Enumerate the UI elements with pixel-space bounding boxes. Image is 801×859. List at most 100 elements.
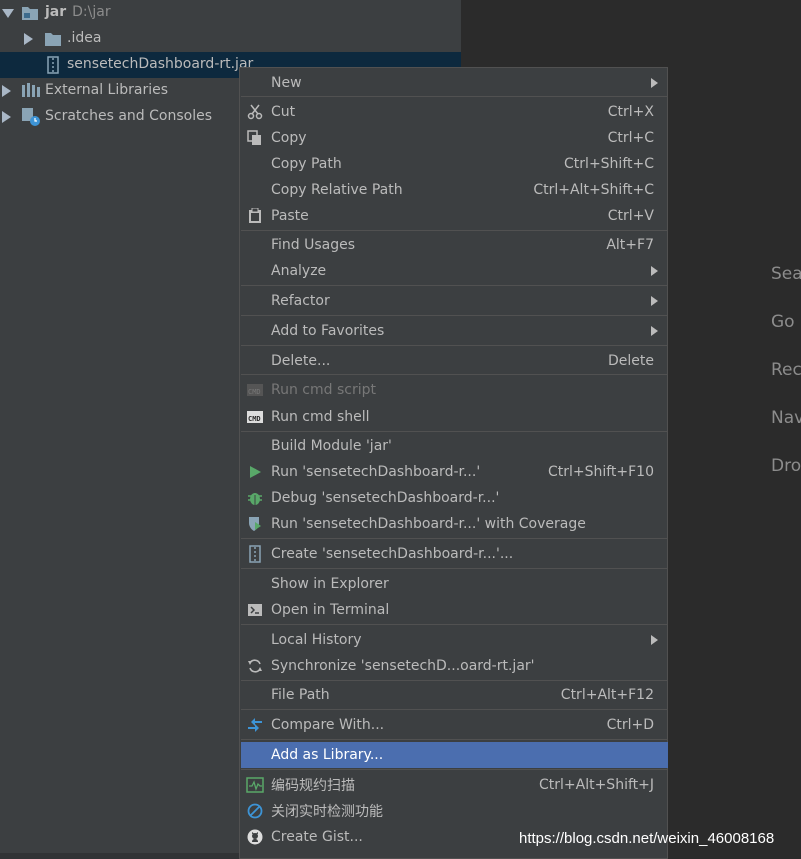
tree-item-label: Scratches and Consoles <box>45 108 212 124</box>
libraries-icon <box>21 82 41 102</box>
collapse-arrow-icon[interactable] <box>2 9 14 18</box>
menu-separator <box>241 739 668 740</box>
menu-label: Delete... <box>271 353 331 369</box>
hint-drop-files: Dro <box>771 456 801 476</box>
menu-item-run-cmd-shell[interactable]: CMD Run cmd shell <box>241 404 668 430</box>
menu-shortcut: Ctrl+Alt+Shift+C <box>533 182 654 198</box>
menu-item-build-module[interactable]: Build Module 'jar' <box>241 433 668 459</box>
menu-item-add-to-favorites[interactable]: Add to Favorites <box>241 318 668 344</box>
menu-shortcut: Ctrl+D <box>606 717 654 733</box>
submenu-arrow-icon <box>651 326 658 336</box>
terminal-icon <box>246 601 264 619</box>
compare-icon <box>246 716 264 734</box>
sync-icon <box>246 657 264 675</box>
menu-separator <box>241 374 668 375</box>
root-name: jar <box>45 4 67 20</box>
menu-label: Run 'sensetechDashboard-r...' with Cover… <box>271 516 586 532</box>
menu-shortcut: Ctrl+Shift+C <box>564 156 654 172</box>
menu-separator <box>241 624 668 625</box>
menu-item-cut[interactable]: Cut Ctrl+X <box>241 99 668 125</box>
menu-separator <box>241 315 668 316</box>
cmd-script-icon: CMD <box>246 381 264 399</box>
menu-item-run-with-coverage[interactable]: Run 'sensetechDashboard-r...' with Cover… <box>241 511 668 537</box>
menu-label: Cut <box>271 104 296 120</box>
menu-item-debug[interactable]: Debug 'sensetechDashboard-r...' <box>241 485 668 511</box>
menu-shortcut: Delete <box>608 353 654 369</box>
menu-item-file-path[interactable]: File Path Ctrl+Alt+F12 <box>241 682 668 708</box>
debug-icon <box>246 489 264 507</box>
menu-item-delete[interactable]: Delete... Delete <box>241 348 668 374</box>
menu-label: Run cmd script <box>271 382 376 398</box>
menu-separator <box>241 709 668 710</box>
menu-shortcut: Ctrl+Alt+Shift+J <box>538 777 654 793</box>
menu-item-local-history[interactable]: Local History <box>241 627 668 653</box>
menu-item-compare-with[interactable]: Compare With... Ctrl+D <box>241 712 668 738</box>
menu-separator <box>241 680 668 681</box>
tree-root-label: jar D:\jar <box>45 4 111 20</box>
menu-item-analyze[interactable]: Analyze <box>241 258 668 284</box>
tree-item-label: External Libraries <box>45 82 168 98</box>
menu-shortcut: Ctrl+C <box>607 130 654 146</box>
menu-item-run[interactable]: Run 'sensetechDashboard-r...' Ctrl+Shift… <box>241 459 668 485</box>
menu-item-run-cmd-script: CMD Run cmd script <box>241 377 668 403</box>
menu-label: Build Module 'jar' <box>271 438 392 454</box>
menu-separator <box>241 96 668 97</box>
menu-item-new[interactable]: New <box>241 70 668 96</box>
menu-item-create-run-config[interactable]: Create 'sensetechDashboard-r...'... <box>241 541 668 567</box>
menu-item-show-in-explorer[interactable]: Show in Explorer <box>241 571 668 597</box>
menu-label: Local History <box>271 632 362 648</box>
hint-search-everywhere: Sea <box>771 264 801 284</box>
menu-shortcut: Ctrl+Alt+F12 <box>560 687 654 703</box>
expand-arrow-icon[interactable] <box>24 33 33 45</box>
menu-shortcut: Alt+F7 <box>606 237 654 253</box>
hint-navigation-bar: Nav <box>771 408 801 428</box>
menu-separator <box>241 285 668 286</box>
menu-label: 编码规约扫描 <box>271 778 355 794</box>
menu-item-add-as-library[interactable]: Add as Library... <box>241 742 668 768</box>
svg-text:CMD: CMD <box>248 388 261 396</box>
copy-icon <box>246 129 264 147</box>
tree-row-root[interactable]: jar D:\jar <box>0 0 461 26</box>
menu-item-copy-relative-path[interactable]: Copy Relative Path Ctrl+Alt+Shift+C <box>241 177 668 203</box>
menu-label: Analyze <box>271 263 327 279</box>
menu-separator <box>241 230 668 231</box>
menu-label: Add as Library... <box>271 747 384 763</box>
scratches-icon <box>21 107 41 131</box>
menu-item-disable-realtime-check[interactable]: 关闭实时检测功能 <box>241 798 668 824</box>
menu-label: Show in Explorer <box>271 576 389 592</box>
menu-label: Paste <box>271 208 309 224</box>
menu-label: Run cmd shell <box>271 409 370 425</box>
code-scan-icon <box>246 776 264 794</box>
svg-text:CMD: CMD <box>248 415 261 423</box>
expand-arrow-icon[interactable] <box>2 111 11 123</box>
github-icon <box>246 828 264 846</box>
menu-shortcut: Ctrl+X <box>607 104 654 120</box>
expand-arrow-icon[interactable] <box>2 85 11 97</box>
context-menu: New Cut Ctrl+X Copy Ctrl+C Copy Path Ctr… <box>239 67 668 859</box>
menu-label: Open in Terminal <box>271 602 390 618</box>
menu-item-copy[interactable]: Copy Ctrl+C <box>241 125 668 151</box>
tree-item-label: sensetechDashboard-rt.jar <box>67 56 254 72</box>
menu-separator <box>241 538 668 539</box>
folder-icon <box>44 31 62 51</box>
menu-separator <box>241 769 668 770</box>
menu-label: Create 'sensetechDashboard-r...'... <box>271 546 514 562</box>
menu-item-find-usages[interactable]: Find Usages Alt+F7 <box>241 232 668 258</box>
menu-label: Compare With... <box>271 717 385 733</box>
scissors-icon <box>246 103 264 121</box>
menu-item-refactor[interactable]: Refactor <box>241 288 668 314</box>
menu-item-open-in-terminal[interactable]: Open in Terminal <box>241 597 668 623</box>
submenu-arrow-icon <box>651 266 658 276</box>
menu-item-synchronize[interactable]: Synchronize 'sensetechD...oard-rt.jar' <box>241 653 668 679</box>
menu-label: Copy <box>271 130 307 146</box>
menu-label: New <box>271 75 302 91</box>
menu-item-copy-path[interactable]: Copy Path Ctrl+Shift+C <box>241 151 668 177</box>
tree-row-idea[interactable]: .idea <box>0 26 461 52</box>
menu-item-paste[interactable]: Paste Ctrl+V <box>241 203 668 229</box>
run-icon <box>246 463 264 481</box>
tree-item-label: .idea <box>67 30 102 46</box>
editor-empty-hints: Sea Go Rec Nav Dro <box>771 260 801 500</box>
menu-item-code-scan[interactable]: 编码规约扫描 Ctrl+Alt+Shift+J <box>241 772 668 798</box>
menu-label: Debug 'sensetechDashboard-r...' <box>271 490 500 506</box>
menu-label: Copy Path <box>271 156 342 172</box>
